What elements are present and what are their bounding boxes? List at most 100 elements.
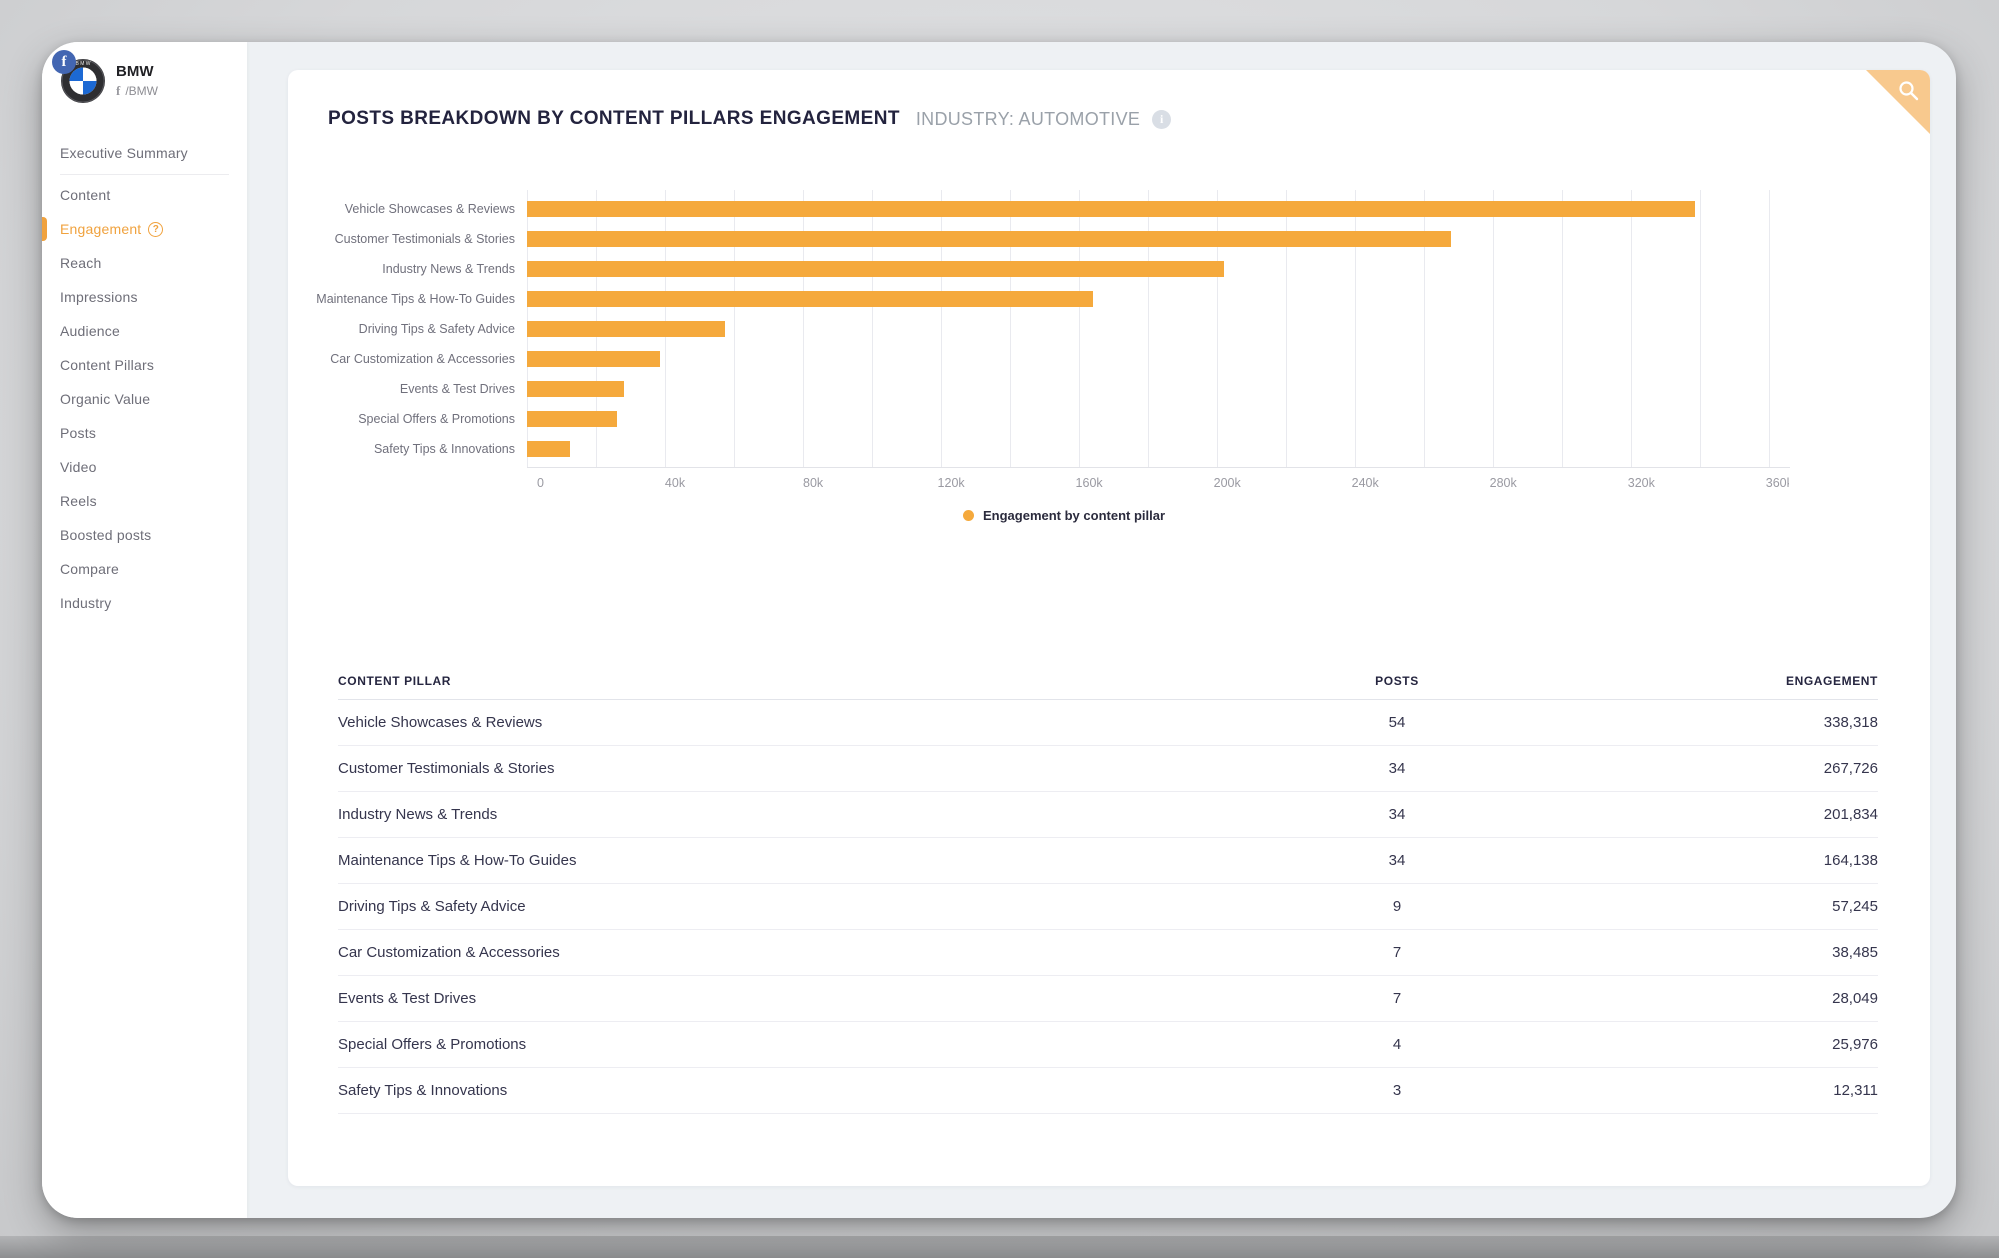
- table-row[interactable]: Driving Tips & Safety Advice 9 57,245: [338, 884, 1878, 930]
- chart-bar[interactable]: [527, 321, 725, 337]
- chart-bar[interactable]: [527, 201, 1695, 217]
- cell-engagement: 28,049: [1578, 990, 1878, 1007]
- cell-posts: 34: [1216, 852, 1578, 869]
- chart-x-axis: 040k80k120k160k200k240k280k320k360k: [537, 474, 1789, 494]
- chart-bar-row: [527, 344, 1790, 374]
- cell-engagement: 57,245: [1578, 898, 1878, 915]
- cell-content-pillar: Industry News & Trends: [338, 806, 1216, 823]
- industry-subtitle: INDUSTRY: AUTOMOTIVE: [916, 109, 1140, 130]
- chart-bar[interactable]: [527, 411, 617, 427]
- cell-content-pillar: Safety Tips & Innovations: [338, 1082, 1216, 1099]
- table-header-engagement: ENGAGEMENT: [1578, 674, 1878, 688]
- legend-dot-icon: [963, 510, 974, 521]
- search-icon[interactable]: [1897, 79, 1921, 103]
- x-axis-tick: 320k: [1628, 476, 1655, 490]
- desktop-bottom-shade: [0, 1236, 1999, 1258]
- chart-legend[interactable]: Engagement by content pillar: [328, 508, 1800, 523]
- chart-category-label: Maintenance Tips & How-To Guides: [328, 284, 527, 314]
- table-row[interactable]: Safety Tips & Innovations 3 12,311: [338, 1068, 1878, 1114]
- sidebar-item-boosted-posts[interactable]: Boosted posts: [42, 518, 247, 552]
- sidebar-item-organic-value[interactable]: Organic Value: [42, 382, 247, 416]
- legend-label: Engagement by content pillar: [983, 508, 1165, 523]
- x-axis-tick: 280k: [1490, 476, 1517, 490]
- cell-posts: 4: [1216, 1036, 1578, 1053]
- table-row[interactable]: Car Customization & Accessories 7 38,485: [338, 930, 1878, 976]
- chart-category-label: Driving Tips & Safety Advice: [328, 314, 527, 344]
- sidebar-item-audience[interactable]: Audience: [42, 314, 247, 348]
- table-row[interactable]: Maintenance Tips & How-To Guides 34 164,…: [338, 838, 1878, 884]
- chart-category-label: Safety Tips & Innovations: [328, 434, 527, 464]
- cell-content-pillar: Special Offers & Promotions: [338, 1036, 1216, 1053]
- card-header: POSTS BREAKDOWN BY CONTENT PILLARS ENGAG…: [328, 108, 1171, 130]
- engagement-bar-chart: Vehicle Showcases & ReviewsCustomer Test…: [328, 190, 1800, 468]
- cell-posts: 9: [1216, 898, 1578, 915]
- chart-category-label: Industry News & Trends: [328, 254, 527, 284]
- chart-category-label: Special Offers & Promotions: [328, 404, 527, 434]
- chart-bar[interactable]: [527, 291, 1093, 307]
- help-icon[interactable]: ?: [148, 222, 163, 237]
- chart-bar[interactable]: [527, 261, 1224, 277]
- cell-content-pillar: Driving Tips & Safety Advice: [338, 898, 1216, 915]
- x-axis-tick: 0: [537, 476, 544, 490]
- info-icon[interactable]: i: [1152, 110, 1171, 129]
- chart-bar-row: [527, 194, 1790, 224]
- sidebar-item-content[interactable]: Content: [42, 178, 247, 212]
- sidebar-item-label: Video: [60, 459, 97, 475]
- sidebar-item-label: Boosted posts: [60, 527, 151, 543]
- chart-bar[interactable]: [527, 441, 570, 457]
- x-axis-tick: 360k: [1766, 476, 1789, 490]
- cell-posts: 34: [1216, 760, 1578, 777]
- sidebar-item-video[interactable]: Video: [42, 450, 247, 484]
- sidebar-item-reels[interactable]: Reels: [42, 484, 247, 518]
- sidebar-item-content-pillars[interactable]: Content Pillars: [42, 348, 247, 382]
- chart-bar[interactable]: [527, 381, 624, 397]
- cell-engagement: 338,318: [1578, 714, 1878, 731]
- table-row[interactable]: Vehicle Showcases & Reviews 54 338,318: [338, 700, 1878, 746]
- sidebar-item-label: Organic Value: [60, 391, 150, 407]
- chart-category-label: Events & Test Drives: [328, 374, 527, 404]
- sidebar-item-reach[interactable]: Reach: [42, 246, 247, 280]
- cell-engagement: 25,976: [1578, 1036, 1878, 1053]
- sidebar-item-compare[interactable]: Compare: [42, 552, 247, 586]
- x-axis-tick: 200k: [1214, 476, 1241, 490]
- table-row[interactable]: Industry News & Trends 34 201,834: [338, 792, 1878, 838]
- page-title: POSTS BREAKDOWN BY CONTENT PILLARS ENGAG…: [328, 108, 900, 130]
- cell-posts: 54: [1216, 714, 1578, 731]
- sidebar-item-engagement[interactable]: Engagement ?: [42, 212, 247, 246]
- sidebar-item-impressions[interactable]: Impressions: [42, 280, 247, 314]
- cell-engagement: 201,834: [1578, 806, 1878, 823]
- pillars-table: CONTENT PILLAR POSTS ENGAGEMENT Vehicle …: [338, 662, 1878, 1114]
- table-row[interactable]: Events & Test Drives 7 28,049: [338, 976, 1878, 1022]
- chart-bar-row: [527, 224, 1790, 254]
- profile-handle-text: /BMW: [125, 84, 158, 99]
- sidebar-item-label: Content: [60, 187, 110, 203]
- x-axis-tick: 80k: [803, 476, 823, 490]
- sidebar-item-label: Impressions: [60, 289, 138, 305]
- cell-engagement: 267,726: [1578, 760, 1878, 777]
- cell-engagement: 164,138: [1578, 852, 1878, 869]
- sidebar: B M W f BMW f /BMW Executive Summary Con…: [42, 42, 247, 1218]
- sidebar-item-industry[interactable]: Industry: [42, 586, 247, 620]
- facebook-f-icon: f: [116, 83, 120, 99]
- sidebar-item-label: Compare: [60, 561, 119, 577]
- chart-bar[interactable]: [527, 351, 660, 367]
- table-body: Vehicle Showcases & Reviews 54 338,318 C…: [338, 700, 1878, 1114]
- cell-posts: 3: [1216, 1082, 1578, 1099]
- x-axis-tick: 40k: [665, 476, 685, 490]
- active-indicator: [42, 217, 47, 241]
- x-axis-tick: 240k: [1352, 476, 1379, 490]
- sidebar-item-posts[interactable]: Posts: [42, 416, 247, 450]
- profile-block[interactable]: B M W f BMW f /BMW: [42, 42, 247, 114]
- sidebar-item-executive-summary[interactable]: Executive Summary: [42, 136, 247, 170]
- chart-plot-area: [527, 190, 1790, 468]
- sidebar-item-label: Content Pillars: [60, 357, 154, 373]
- table-row[interactable]: Special Offers & Promotions 4 25,976: [338, 1022, 1878, 1068]
- chart-category-label: Vehicle Showcases & Reviews: [328, 194, 527, 224]
- report-card: POSTS BREAKDOWN BY CONTENT PILLARS ENGAG…: [288, 70, 1930, 1186]
- svg-text:B M W: B M W: [76, 61, 91, 67]
- table-header-posts: POSTS: [1216, 674, 1578, 688]
- chart-bar[interactable]: [527, 231, 1451, 247]
- cell-content-pillar: Car Customization & Accessories: [338, 944, 1216, 961]
- cell-posts: 7: [1216, 944, 1578, 961]
- table-row[interactable]: Customer Testimonials & Stories 34 267,7…: [338, 746, 1878, 792]
